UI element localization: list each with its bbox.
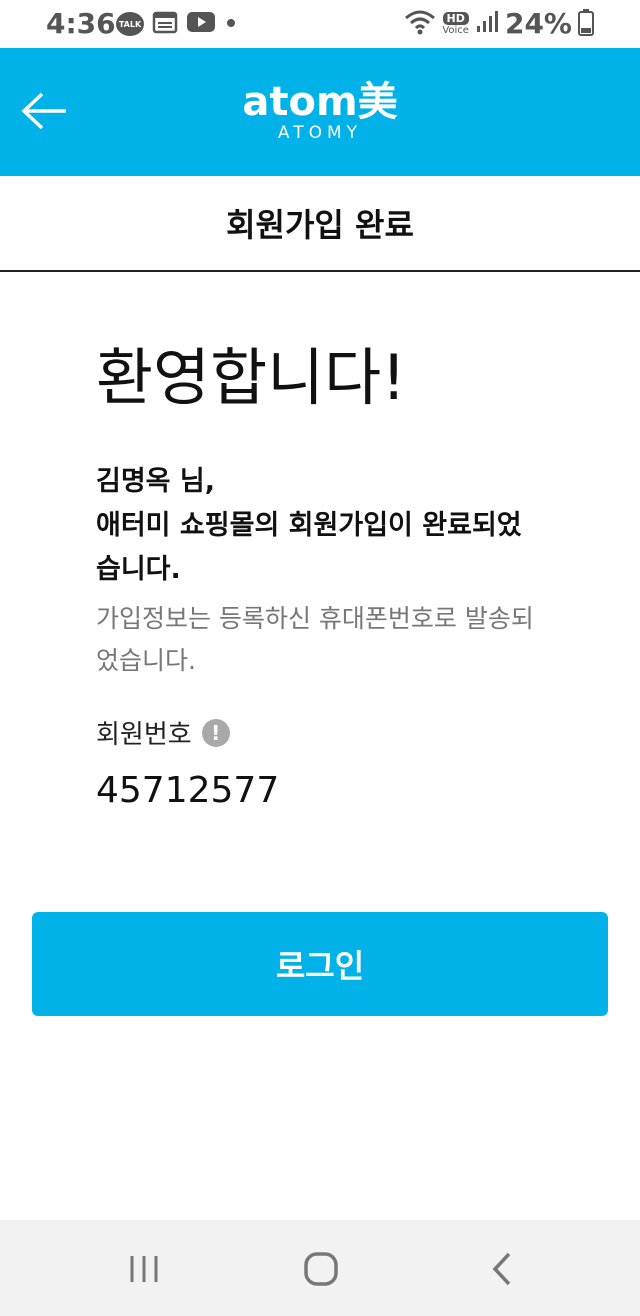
system-nav-bar: [0, 1220, 640, 1316]
member-number-label: 회원번호: [96, 720, 192, 750]
status-time: 4:36: [46, 7, 116, 40]
voice-label: Voice: [442, 24, 469, 36]
back-icon: [492, 1252, 511, 1286]
completion-message: 김명옥 님, 애터미 쇼핑몰의 회원가입이 완료되었습니다.: [96, 460, 546, 592]
member-number: 45712577: [96, 770, 280, 811]
info-icon[interactable]: !: [201, 718, 230, 747]
talk-icon: TALK: [116, 12, 144, 36]
welcome-heading: 환영합니다!: [96, 341, 407, 414]
hd-voice-icon: HD Voice: [442, 11, 469, 36]
dot-icon: [224, 10, 238, 38]
app-header: atom美 ATOMY: [0, 48, 640, 176]
home-icon: [304, 1252, 338, 1286]
youtube-icon: [186, 10, 216, 38]
completion-text: 애터미 쇼핑몰의 회원가입이 완료되었습니다.: [96, 510, 522, 585]
calendar-icon: [152, 10, 178, 38]
signal-icon: [475, 10, 499, 38]
status-bar: 4:36 TALK HD Voice 24%: [0, 0, 640, 48]
nav-back-button[interactable]: [462, 1244, 542, 1294]
page-title-bar: 회원가입 완료: [0, 176, 640, 272]
logo-sub: ATOMY: [277, 123, 363, 143]
logo-main: atom美: [242, 79, 398, 125]
info-sent-message: 가입정보는 등록하신 휴대폰번호로 발송되었습니다.: [96, 604, 534, 675]
recent-apps-button[interactable]: [104, 1244, 184, 1294]
battery-icon: [578, 8, 594, 40]
home-button[interactable]: [281, 1244, 361, 1294]
battery-percent: 24%: [504, 7, 572, 40]
recent-apps-icon: [130, 1256, 158, 1282]
member-number-label-row: 회원번호 !: [96, 714, 230, 751]
notification-icons: TALK: [116, 10, 238, 38]
status-right: HD Voice 24%: [404, 7, 594, 40]
atomy-logo: atom美 ATOMY: [0, 82, 640, 144]
wifi-icon: [404, 8, 436, 40]
page-title: 회원가입 완료: [226, 206, 414, 244]
hd-label: HD: [442, 11, 469, 25]
member-name-greeting: 김명옥 님,: [96, 466, 216, 497]
login-button[interactable]: 로그인: [32, 912, 608, 1016]
